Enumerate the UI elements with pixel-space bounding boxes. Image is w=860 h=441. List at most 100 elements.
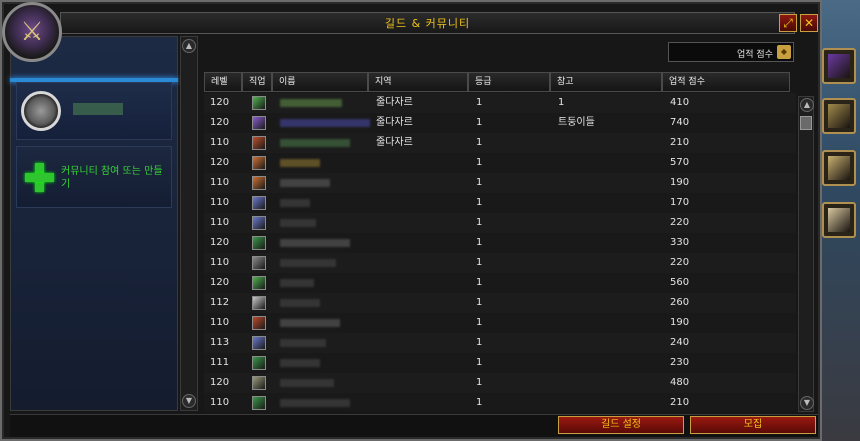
achievement-points-cell: 190	[670, 177, 690, 188]
scroll-down-icon[interactable]: ▼	[800, 396, 814, 410]
member-name-redacted	[280, 339, 326, 347]
header-level[interactable]: 레벨	[204, 72, 242, 92]
header-zone[interactable]: 지역	[368, 72, 468, 92]
sidebar-scrollbar[interactable]: ▲ ▼	[180, 36, 198, 411]
table-row[interactable]: 110 1 220	[204, 253, 796, 273]
level-cell: 120	[210, 157, 230, 168]
note-cell: 트둥이들	[558, 117, 595, 128]
member-name-redacted	[280, 179, 330, 187]
rank-cell: 1	[476, 197, 483, 208]
member-name-redacted	[280, 199, 310, 207]
level-cell: 120	[210, 277, 230, 288]
level-cell: 120	[210, 117, 230, 128]
level-cell: 113	[210, 337, 230, 348]
table-row[interactable]: 110 1 190	[204, 313, 796, 333]
level-cell: 120	[210, 237, 230, 248]
table-row[interactable]: 120 1 330	[204, 233, 796, 253]
scroll-thumb[interactable]	[800, 116, 812, 130]
header-achievement-points[interactable]: 업적 점수	[662, 72, 790, 92]
class-icon	[252, 176, 266, 190]
level-cell: 111	[210, 357, 230, 368]
title-bar[interactable]: 길드 & 커뮤니티	[60, 12, 795, 34]
tab-info[interactable]	[822, 202, 856, 238]
class-icon	[252, 276, 266, 290]
class-icon	[252, 316, 266, 330]
member-name-redacted	[280, 299, 320, 307]
member-name-redacted	[280, 379, 334, 387]
tab-guild[interactable]	[822, 48, 856, 84]
zone-cell: 줄다자르	[376, 137, 413, 148]
member-name-redacted	[280, 119, 370, 127]
guild-crest-icon[interactable]: ⚔	[2, 2, 62, 62]
table-row[interactable]: 112 1 260	[204, 293, 796, 313]
table-row[interactable]: 120 줄다자르 1 트둥이들 740	[204, 113, 796, 133]
guild-banner-icon	[828, 54, 850, 78]
close-button[interactable]: ✕	[800, 14, 818, 32]
achievement-points-cell: 210	[670, 397, 690, 408]
member-name-redacted	[280, 159, 320, 167]
achievement-points-cell: 410	[670, 97, 690, 108]
table-row[interactable]: 110 1 170	[204, 193, 796, 213]
class-icon	[252, 356, 266, 370]
rank-cell: 1	[476, 137, 483, 148]
achievement-points-cell: 220	[670, 257, 690, 268]
table-row[interactable]: 110 1 210	[204, 393, 796, 411]
class-icon	[252, 336, 266, 350]
table-row[interactable]: 111 1 230	[204, 353, 796, 373]
class-icon	[252, 136, 266, 150]
class-icon	[252, 376, 266, 390]
class-icon	[252, 236, 266, 250]
table-row[interactable]: 120 줄다자르 1 1 410	[204, 93, 796, 113]
level-cell: 112	[210, 297, 230, 308]
scroll-down-icon[interactable]: ▼	[182, 394, 196, 408]
table-row[interactable]: 113 1 240	[204, 333, 796, 353]
tab-perks[interactable]	[822, 150, 856, 186]
class-icon	[252, 216, 266, 230]
class-icon	[252, 396, 266, 410]
header-note[interactable]: 참고	[550, 72, 662, 92]
member-name-redacted	[280, 399, 350, 407]
table-row[interactable]: 110 줄다자르 1 210	[204, 133, 796, 153]
community-item[interactable]	[16, 82, 172, 140]
rank-cell: 1	[476, 257, 483, 268]
recruit-button[interactable]: 모집	[690, 416, 816, 434]
guild-settings-button[interactable]: 길드 설정	[558, 416, 684, 434]
level-cell: 110	[210, 137, 230, 148]
roster-view-dropdown[interactable]: 업적 점수 ◆	[668, 42, 794, 62]
table-row[interactable]: 120 1 570	[204, 153, 796, 173]
achievement-points-cell: 240	[670, 337, 690, 348]
roster-scrollbar[interactable]: ▲ ▼	[798, 96, 814, 412]
minimize-button[interactable]: ⤢	[779, 14, 797, 32]
crest-glyph: ⚔	[20, 17, 44, 47]
class-icon	[252, 256, 266, 270]
header-name[interactable]: 이름	[272, 72, 368, 92]
level-cell: 110	[210, 197, 230, 208]
level-cell: 110	[210, 317, 230, 328]
window-title: 길드 & 커뮤니티	[384, 17, 471, 30]
community-name-redacted	[73, 103, 123, 115]
scroll-paper-icon	[828, 208, 850, 232]
join-community-button[interactable]: 커뮤니티 참여 또는 만들기	[16, 146, 172, 208]
scroll-up-icon[interactable]: ▲	[800, 98, 814, 112]
dropdown-arrow-icon[interactable]: ◆	[777, 45, 791, 59]
zone-cell: 줄다자르	[376, 117, 413, 128]
member-name-redacted	[280, 259, 336, 267]
table-row[interactable]: 120 1 560	[204, 273, 796, 293]
table-row[interactable]: 110 1 220	[204, 213, 796, 233]
tab-roster[interactable]	[822, 98, 856, 134]
achievement-points-cell: 570	[670, 157, 690, 168]
member-name-redacted	[280, 279, 314, 287]
header-rank[interactable]: 등급	[468, 72, 550, 92]
note-cell: 1	[558, 97, 565, 108]
achievement-points-cell: 560	[670, 277, 690, 288]
achievement-points-cell: 220	[670, 217, 690, 228]
level-cell: 120	[210, 377, 230, 388]
plus-icon	[23, 161, 55, 193]
table-row[interactable]: 110 1 190	[204, 173, 796, 193]
table-row[interactable]: 120 1 480	[204, 373, 796, 393]
member-name-redacted	[280, 219, 316, 227]
scroll-up-icon[interactable]: ▲	[182, 39, 196, 53]
header-class[interactable]: 직업	[242, 72, 272, 92]
rank-cell: 1	[476, 337, 483, 348]
member-name-redacted	[280, 319, 340, 327]
